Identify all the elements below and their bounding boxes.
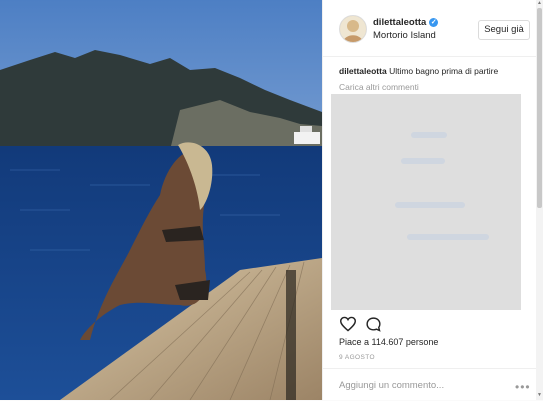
comment-bubble-icon[interactable] <box>365 316 382 333</box>
avatar[interactable] <box>339 15 367 43</box>
blurred-comment <box>411 132 447 138</box>
location-link[interactable]: Mortorio Island <box>373 30 436 41</box>
comments-placeholder <box>331 94 521 310</box>
verified-badge-icon: ✓ <box>429 18 439 27</box>
caption-text: Ultimo bagno prima di partire <box>389 66 499 76</box>
post-header: dilettaleotta ✓ Mortorio Island Segui già <box>323 0 537 57</box>
post-photo[interactable] <box>0 0 322 400</box>
more-options-icon[interactable]: ••• <box>515 380 531 394</box>
post-date[interactable]: 9 AGOSTO <box>339 354 375 361</box>
username-link[interactable]: dilettaleotta ✓ <box>373 17 439 28</box>
avatar-image <box>340 16 366 42</box>
scroll-down-arrow-icon[interactable]: ▼ <box>537 392 542 398</box>
add-comment-bar: Aggiungi un commento... ••• <box>323 368 537 401</box>
photo-scene <box>0 0 322 400</box>
blurred-comment <box>395 202 465 208</box>
post-caption: dilettaleotta Ultimo bagno prima di part… <box>339 66 498 76</box>
scrollbar-thumb[interactable] <box>537 8 542 208</box>
following-button[interactable]: Segui già <box>478 20 530 40</box>
heart-icon[interactable] <box>339 316 357 332</box>
username-text[interactable]: dilettaleotta <box>373 17 426 28</box>
post-sidebar: dilettaleotta ✓ Mortorio Island Segui già… <box>322 0 537 400</box>
blurred-comment <box>407 234 489 240</box>
blurred-comment <box>401 158 445 164</box>
instagram-post-modal: dilettaleotta ✓ Mortorio Island Segui già… <box>0 0 543 400</box>
scroll-up-arrow-icon[interactable]: ▲ <box>537 0 542 6</box>
likes-count[interactable]: Piace a 114.607 persone <box>339 337 438 347</box>
load-more-comments[interactable]: Carica altri commenti <box>339 82 419 92</box>
comment-input[interactable]: Aggiungi un commento... <box>339 380 444 391</box>
caption-username[interactable]: dilettaleotta <box>339 66 387 76</box>
